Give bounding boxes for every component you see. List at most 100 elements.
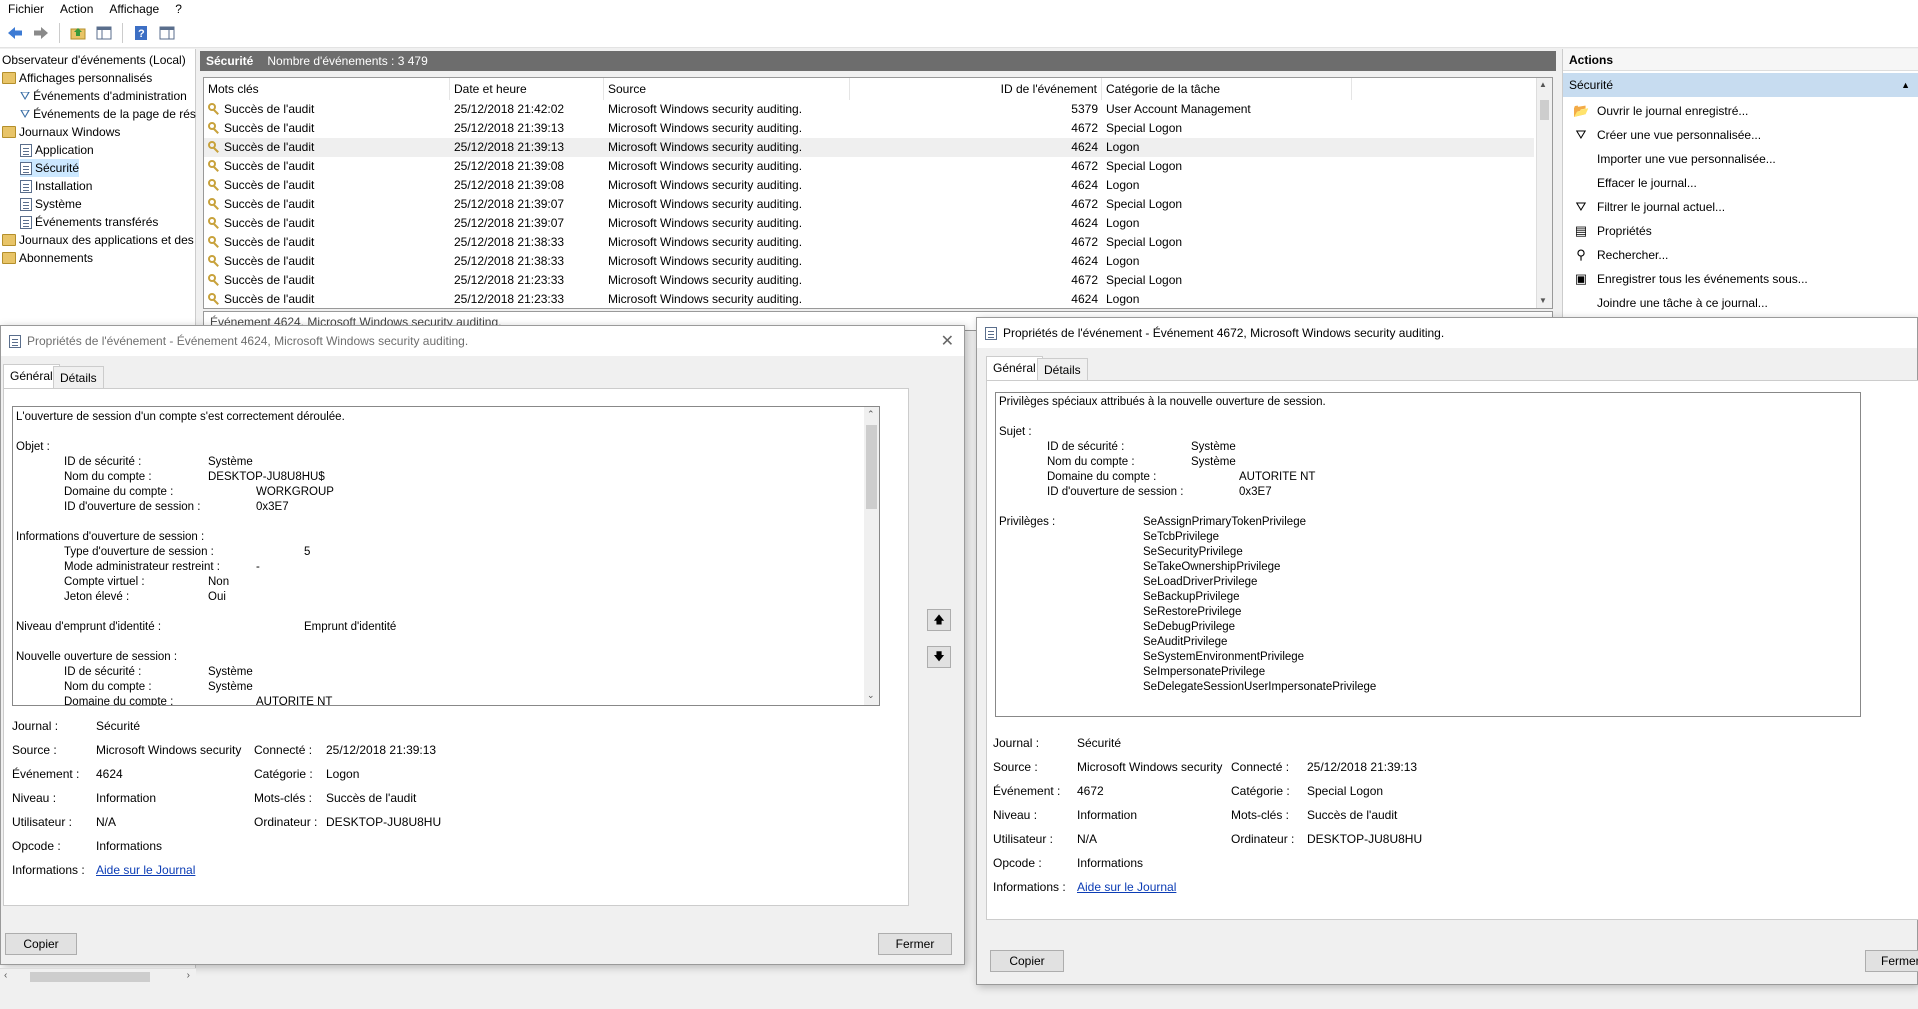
- field-value: N/A: [1077, 832, 1098, 846]
- tab-general[interactable]: Général: [986, 356, 1043, 380]
- table-row[interactable]: Succès de l'audit 25/12/2018 21:39:07 Micr…: [204, 214, 1534, 233]
- action-item[interactable]: ⛛ Créer une vue personnalisée...: [1563, 123, 1918, 147]
- scrollbar-thumb[interactable]: [1540, 100, 1549, 120]
- tree-forwarded[interactable]: Événements transférés: [20, 213, 158, 231]
- column-header-keywords[interactable]: Mots clés: [204, 78, 450, 100]
- table-row[interactable]: Succès de l'audit 25/12/2018 21:39:13 Micr…: [204, 138, 1534, 157]
- scroll-down-arrow-icon[interactable]: ⌄: [867, 690, 875, 701]
- field-label: Utilisateur :: [993, 832, 1054, 846]
- tree-setup[interactable]: Installation: [20, 177, 92, 195]
- table-scrollbar[interactable]: ▲ ▼: [1536, 78, 1552, 308]
- field-value: DESKTOP-JU8U8HU: [1307, 832, 1423, 846]
- tree-admin-events[interactable]: ⛛ Événements d'administration: [20, 87, 187, 105]
- description-line: Informations d'ouverture de session :: [16, 531, 205, 543]
- copy-button[interactable]: Copier: [990, 950, 1064, 972]
- tree-security[interactable]: Sécurité: [20, 159, 80, 177]
- table-row[interactable]: Succès de l'audit 25/12/2018 21:23:33 Micr…: [204, 290, 1534, 308]
- tab-details[interactable]: Détails: [1037, 358, 1088, 380]
- column-header-task-category[interactable]: Catégorie de la tâche: [1102, 78, 1352, 100]
- tree-homepage-events[interactable]: ⛛ Événements de la page de rés: [20, 105, 196, 123]
- help-icon[interactable]: ?: [130, 22, 152, 44]
- action-item[interactable]: Joindre une tâche à ce journal...: [1563, 291, 1918, 315]
- action-item[interactable]: Effacer le journal...: [1563, 171, 1918, 195]
- help-link[interactable]: Aide sur le Journal: [1077, 880, 1176, 894]
- description-scrollbar[interactable]: ⌃ ⌄: [864, 407, 879, 705]
- show-hide-tree-icon[interactable]: [93, 22, 115, 44]
- actions-section-security[interactable]: Sécurité ▲: [1563, 73, 1918, 97]
- filter-icon: ⛛: [20, 107, 31, 121]
- scroll-up-arrow-icon[interactable]: ⌃: [867, 409, 875, 420]
- next-event-button[interactable]: 🡇: [927, 646, 951, 668]
- action-item[interactable]: ▣ Enregistrer tous les événements sous...: [1563, 267, 1918, 291]
- audit-success-key-icon: [208, 236, 220, 248]
- close-icon[interactable]: ✕: [941, 331, 954, 351]
- back-icon[interactable]: [4, 22, 26, 44]
- tree-windows-logs[interactable]: Journaux Windows: [2, 123, 120, 141]
- previous-event-button[interactable]: 🡅: [927, 609, 951, 631]
- scrollbar-thumb[interactable]: [30, 972, 150, 982]
- table-row[interactable]: Succès de l'audit 25/12/2018 21:39:13 Micr…: [204, 119, 1534, 138]
- cell-keywords-text: Succès de l'audit: [224, 235, 315, 249]
- scroll-down-arrow-icon[interactable]: ▼: [1539, 296, 1549, 306]
- cell-keywords-text: Succès de l'audit: [224, 292, 315, 306]
- scrollbar-thumb[interactable]: [866, 425, 877, 509]
- collapse-arrow-icon[interactable]: ▲: [1901, 73, 1910, 97]
- actions-section-label: Sécurité: [1569, 78, 1614, 92]
- scroll-up-arrow-icon[interactable]: ▲: [1539, 80, 1549, 90]
- menu-fichier[interactable]: Fichier: [0, 0, 52, 18]
- table-row[interactable]: Succès de l'audit 25/12/2018 21:38:33 Micr…: [204, 233, 1534, 252]
- up-folder-icon[interactable]: [67, 22, 89, 44]
- tab-details[interactable]: Détails: [53, 366, 104, 388]
- menu-affichage[interactable]: Affichage: [101, 0, 167, 18]
- description-line: Nom du compte : Système: [16, 681, 253, 693]
- action-item[interactable]: 📂 Ouvrir le journal enregistré...: [1563, 99, 1918, 123]
- table-row[interactable]: Succès de l'audit 25/12/2018 21:39:08 Micr…: [204, 176, 1534, 195]
- column-header-date[interactable]: Date et heure: [450, 78, 604, 100]
- description-line: SeRestorePrivilege: [999, 606, 1242, 618]
- cell-keywords: Succès de l'audit: [208, 195, 314, 214]
- show-hide-action-pane-icon[interactable]: [156, 22, 178, 44]
- column-header-source[interactable]: Source: [604, 78, 850, 100]
- scroll-right-arrow-icon[interactable]: ›: [187, 970, 190, 981]
- field-label: Utilisateur :: [12, 815, 73, 829]
- help-link[interactable]: Aide sur le Journal: [96, 863, 195, 877]
- description-line: SeDebugPrivilege: [999, 621, 1236, 633]
- cell-keywords-text: Succès de l'audit: [224, 216, 315, 230]
- dialog-title: Propriétés de l'événement - Événement 46…: [1003, 326, 1445, 340]
- table-row[interactable]: Succès de l'audit 25/12/2018 21:23:33 Micr…: [204, 271, 1534, 290]
- tree-subscriptions[interactable]: Abonnements: [2, 249, 93, 267]
- tree-system[interactable]: Système: [20, 195, 82, 213]
- table-row[interactable]: Succès de l'audit 25/12/2018 21:42:02 Micr…: [204, 100, 1534, 119]
- menu-help[interactable]: ?: [167, 0, 190, 18]
- cell-date: 25/12/2018 21:39:08: [454, 178, 565, 192]
- action-item[interactable]: ▤ Propriétés: [1563, 219, 1918, 243]
- close-button[interactable]: Fermer: [878, 933, 952, 955]
- action-item[interactable]: Importer une vue personnalisée...: [1563, 147, 1918, 171]
- table-row[interactable]: Succès de l'audit 25/12/2018 21:39:08 Micr…: [204, 157, 1534, 176]
- tree-application[interactable]: Application: [20, 141, 94, 159]
- cell-task-category: Logon: [1106, 178, 1140, 192]
- field-label: Source :: [993, 760, 1038, 774]
- table-row[interactable]: Succès de l'audit 25/12/2018 21:38:33 Micr…: [204, 252, 1534, 271]
- table-row[interactable]: Succès de l'audit 25/12/2018 21:39:07 Micr…: [204, 195, 1534, 214]
- cell-task-category: Logon: [1106, 292, 1140, 306]
- action-icon: ⛛: [1575, 199, 1587, 214]
- action-item[interactable]: ⚲ Rechercher...: [1563, 243, 1918, 267]
- copy-button[interactable]: Copier: [5, 933, 77, 955]
- close-button[interactable]: Fermer: [1865, 950, 1918, 972]
- tree-horizontal-scrollbar[interactable]: ‹ ›: [0, 968, 196, 984]
- field-value: 4672: [1077, 784, 1104, 798]
- cell-source: Microsoft Windows security auditing.: [608, 121, 803, 135]
- tree-root[interactable]: Observateur d'événements (Local): [2, 51, 186, 69]
- cell-task-category: Special Logon: [1106, 159, 1183, 173]
- scroll-left-arrow-icon[interactable]: ‹: [4, 970, 7, 981]
- action-item[interactable]: ⛛ Filtrer le journal actuel...: [1563, 195, 1918, 219]
- tree-custom-views[interactable]: Affichages personnalisés: [2, 69, 152, 87]
- column-header-event-id[interactable]: ID de l'événement: [850, 78, 1102, 100]
- description-line: SeLoadDriverPrivilege: [999, 576, 1258, 588]
- tab-general[interactable]: Général: [3, 364, 60, 388]
- forward-icon[interactable]: [30, 22, 52, 44]
- cell-event-id: 4624: [1071, 140, 1098, 154]
- tree-app-logs[interactable]: Journaux des applications et des: [2, 231, 194, 249]
- menu-action[interactable]: Action: [52, 0, 101, 18]
